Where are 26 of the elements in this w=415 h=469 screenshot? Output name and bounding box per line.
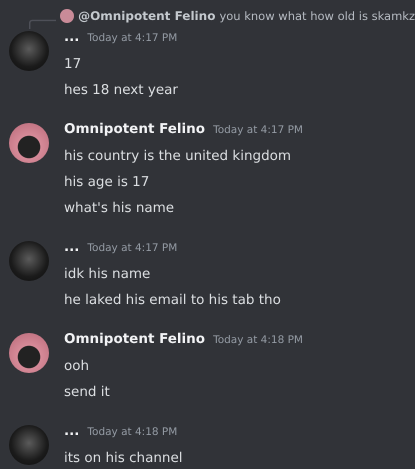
- avatar[interactable]: [9, 123, 49, 163]
- message-text: hes 18 next year: [64, 81, 178, 100]
- username[interactable]: ...: [64, 239, 80, 255]
- reply-author[interactable]: @Omnipotent Felino: [78, 9, 216, 23]
- username[interactable]: ...: [64, 423, 80, 439]
- timestamp: Today at 4:17 PM: [87, 32, 178, 44]
- username[interactable]: ...: [64, 29, 80, 45]
- message-text: ooh: [64, 357, 90, 376]
- reply-connector: [29, 17, 56, 31]
- username[interactable]: Omnipotent Felino: [64, 331, 206, 347]
- timestamp: Today at 4:18 PM: [213, 334, 303, 346]
- avatar[interactable]: [9, 333, 49, 373]
- username[interactable]: Omnipotent Felino: [64, 121, 206, 137]
- message-text: what's his name: [64, 199, 176, 218]
- timestamp: Today at 4:18 PM: [87, 426, 178, 438]
- message-text: he laked his email to his tab tho: [64, 291, 281, 310]
- message-text: its on his channel: [64, 449, 183, 468]
- reply-text: you know what how old is skamkz: [219, 9, 415, 23]
- message-text: send it: [64, 383, 111, 402]
- avatar-icon: [60, 9, 74, 23]
- message-text: his country is the united kingdom: [64, 147, 292, 166]
- message-text: 17: [64, 55, 82, 74]
- timestamp: Today at 4:17 PM: [213, 124, 303, 136]
- message-text: his age is 17: [64, 173, 150, 192]
- timestamp: Today at 4:17 PM: [87, 242, 178, 254]
- message-text: idk his name: [64, 265, 152, 284]
